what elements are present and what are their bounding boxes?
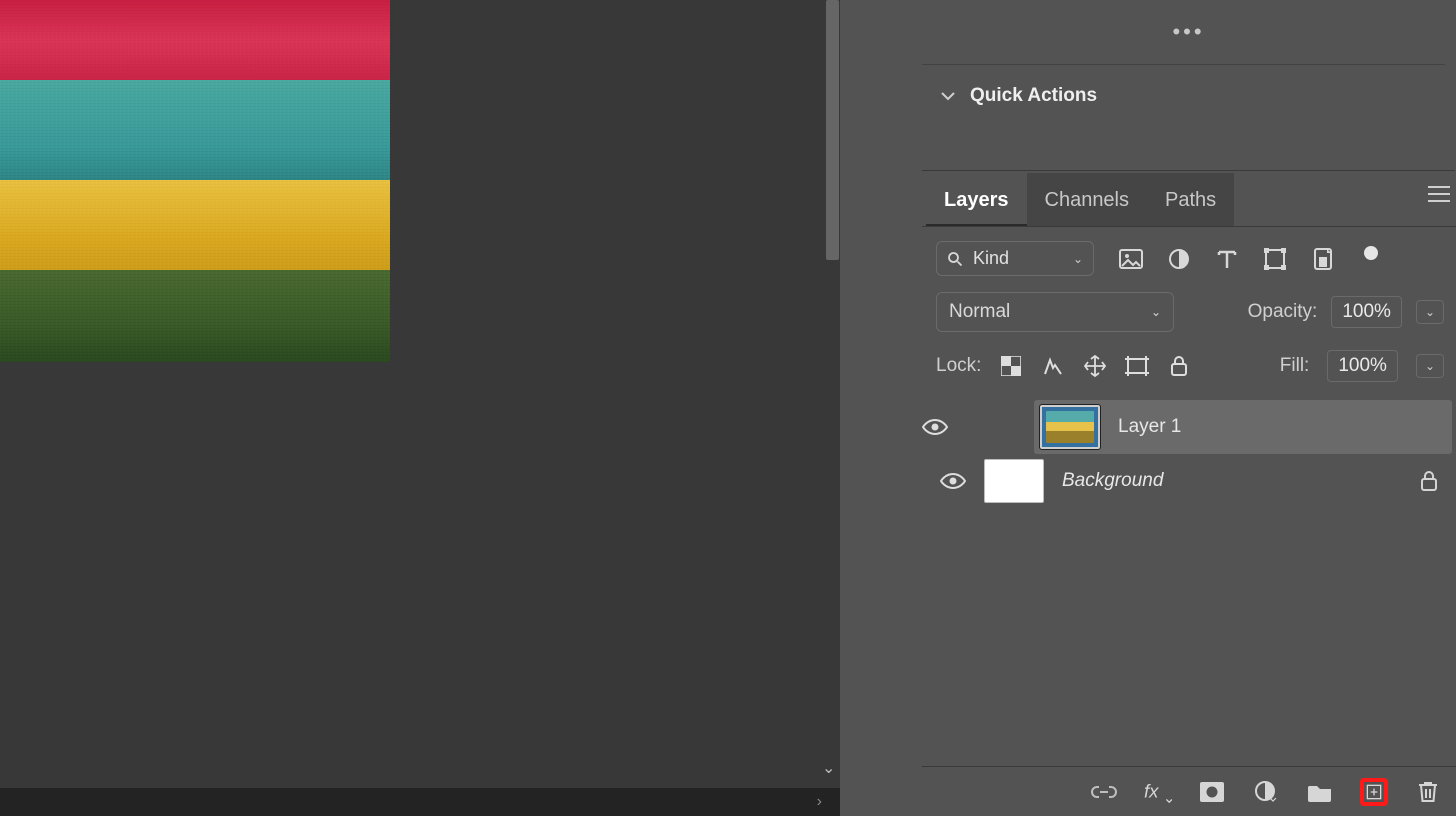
quick-actions-header[interactable]: Quick Actions: [922, 65, 1455, 127]
add-mask-icon[interactable]: [1198, 778, 1226, 806]
delete-layer-icon[interactable]: [1414, 778, 1442, 806]
opacity-value[interactable]: 100%: [1331, 296, 1402, 328]
vertical-scrollbar[interactable]: [826, 0, 839, 260]
lock-transparency-icon[interactable]: [999, 354, 1023, 378]
quick-actions-title: Quick Actions: [970, 85, 1097, 107]
layer-name[interactable]: Background: [1062, 470, 1163, 492]
fill-value[interactable]: 100%: [1327, 350, 1398, 382]
layer-visibility-toggle[interactable]: [940, 472, 966, 490]
canvas-image: [0, 0, 390, 362]
layer-visibility-toggle[interactable]: [922, 418, 978, 436]
tab-layers[interactable]: Layers: [926, 173, 1027, 226]
panel-dock-strip: [840, 0, 922, 816]
filter-shape-icon[interactable]: [1262, 246, 1288, 272]
blend-mode-dropdown[interactable]: Normal ⌄: [936, 292, 1174, 332]
layer-style-fx-icon[interactable]: fx: [1144, 778, 1172, 806]
lock-all-icon[interactable]: [1167, 354, 1191, 378]
canvas-status-bar: ›: [0, 788, 840, 816]
filter-pixel-icon[interactable]: [1118, 246, 1144, 272]
filter-adjustment-icon[interactable]: [1166, 246, 1192, 272]
search-icon: [947, 251, 963, 267]
tab-paths[interactable]: Paths: [1147, 173, 1234, 226]
panel-menu-icon[interactable]: [1428, 185, 1450, 203]
layers-list: Layer 1 Background: [922, 396, 1456, 508]
layer-name[interactable]: Layer 1: [1118, 416, 1181, 438]
filter-type-icons: [1118, 246, 1378, 272]
lock-label: Lock:: [936, 355, 981, 377]
chevron-right-icon[interactable]: ›: [817, 793, 822, 811]
opacity-dropdown[interactable]: ⌄: [1416, 300, 1444, 324]
document-canvas-area[interactable]: ⌄ ›: [0, 0, 840, 816]
lock-image-icon[interactable]: [1041, 354, 1065, 378]
opacity-label: Opacity:: [1248, 301, 1318, 323]
right-panels: ••• Quick Actions Layers Channels Paths …: [922, 0, 1456, 816]
blend-row: Normal ⌄ Opacity: 100% ⌄: [922, 276, 1456, 332]
filter-kind-label: Kind: [973, 248, 1009, 269]
new-adjustment-layer-icon[interactable]: [1252, 778, 1280, 806]
panel-tabs: Layers Channels Paths: [922, 171, 1456, 227]
layer-filter-row: Kind ⌄: [922, 227, 1456, 276]
filter-kind-dropdown[interactable]: Kind ⌄: [936, 241, 1094, 276]
lock-row: Lock: Fill: 100% ⌄: [922, 332, 1456, 396]
lock-position-icon[interactable]: [1083, 354, 1107, 378]
fill-label: Fill:: [1280, 355, 1310, 377]
layer-row[interactable]: Background: [922, 454, 1456, 508]
ellipsis-icon[interactable]: •••: [1172, 19, 1204, 45]
link-layers-icon[interactable]: [1090, 778, 1118, 806]
new-group-icon[interactable]: [1306, 778, 1334, 806]
chevron-down-icon: ⌄: [1151, 305, 1161, 319]
layer-row[interactable]: Layer 1: [1034, 400, 1452, 454]
tab-channels[interactable]: Channels: [1027, 173, 1148, 226]
lock-artboard-icon[interactable]: [1125, 354, 1149, 378]
filter-smartobject-icon[interactable]: [1310, 246, 1336, 272]
properties-panel: ••• Quick Actions: [922, 0, 1456, 171]
lock-icon: [1420, 470, 1438, 492]
filter-type-icon[interactable]: [1214, 246, 1240, 272]
new-layer-button[interactable]: [1360, 778, 1388, 806]
svg-text:fx: fx: [1144, 781, 1159, 802]
layers-panel-footer: fx: [922, 766, 1456, 816]
chevron-down-icon: [940, 88, 956, 104]
chevron-down-icon: ⌄: [1073, 252, 1083, 266]
fill-dropdown[interactable]: ⌄: [1416, 354, 1444, 378]
blend-mode-value: Normal: [949, 301, 1010, 323]
filter-toggle-dot[interactable]: [1364, 246, 1378, 260]
layer-thumbnail[interactable]: [984, 459, 1044, 503]
chevron-down-icon[interactable]: ⌄: [822, 758, 835, 778]
layer-thumbnail[interactable]: [1040, 405, 1100, 449]
